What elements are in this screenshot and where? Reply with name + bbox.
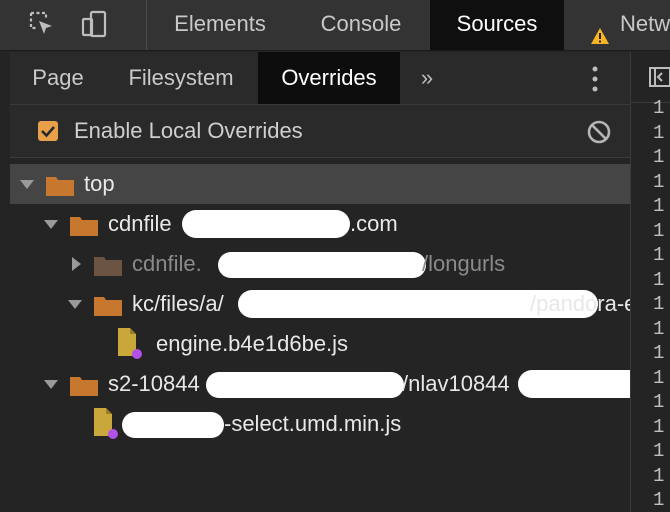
tree-item-s2-domain[interactable]: s2-10844 /nlav10844 xyxy=(10,364,630,404)
override-file-icon xyxy=(92,408,122,445)
redaction xyxy=(518,370,630,398)
tab-sources[interactable]: Sources xyxy=(430,0,564,50)
tree-item-label: kc/files/a/ xyxy=(132,291,224,316)
line-number: 1 xyxy=(653,415,665,438)
expand-arrow-icon[interactable] xyxy=(44,220,58,229)
tree-item-label: s2-10844 xyxy=(108,371,200,396)
devtools-toolbar: Elements Console Sources Netw xyxy=(0,0,670,51)
line-number: 1 xyxy=(653,342,665,364)
line-number: 1 xyxy=(653,146,665,168)
overrides-toolbar: Enable Local Overrides xyxy=(10,105,630,158)
tree-item-label-suffix: /pandora-el xyxy=(530,291,630,316)
line-number: 1 xyxy=(653,97,665,119)
tree-item-label: cdnfile. xyxy=(132,251,202,276)
folder-icon xyxy=(70,214,98,241)
line-number: 1 xyxy=(653,391,665,413)
tab-filesystem[interactable]: Filesystem xyxy=(106,52,256,104)
line-number: 1 xyxy=(653,366,665,389)
redaction xyxy=(182,210,350,238)
line-number: 1 xyxy=(653,244,665,266)
editor-gutter: 11111111111111111 xyxy=(630,52,670,512)
toggle-navigator-icon[interactable] xyxy=(649,66,670,93)
line-number: 1 xyxy=(653,464,665,487)
line-number: 1 xyxy=(653,170,665,193)
redaction xyxy=(206,372,404,398)
line-number: 1 xyxy=(653,268,665,291)
folder-icon xyxy=(94,294,122,321)
tree-item-label-suffix: /longurls xyxy=(422,251,506,276)
tree-item-label: top xyxy=(84,171,115,196)
tree-item-top[interactable]: top xyxy=(10,164,630,204)
expand-arrow-icon[interactable] xyxy=(68,300,82,309)
line-number: 1 xyxy=(653,440,665,462)
tree-item-select-js[interactable]: -select.umd.min.js xyxy=(10,404,630,444)
inspect-element-icon[interactable] xyxy=(28,10,56,38)
tree-item-engine-js[interactable]: engine.b4e1d6be.js xyxy=(10,324,630,364)
tab-network[interactable]: Netw xyxy=(564,0,670,50)
line-number: 1 xyxy=(653,121,665,144)
redaction xyxy=(218,252,426,278)
tree-item-domain[interactable]: cdnfile .com xyxy=(10,204,630,244)
tab-network-label: Netw xyxy=(620,11,670,36)
expand-arrow-icon[interactable] xyxy=(20,180,34,189)
tree-item-label-suffix: .com xyxy=(350,211,398,236)
tree-item-longurls[interactable]: cdnfile. /longurls xyxy=(10,244,630,284)
line-number: 1 xyxy=(653,317,665,340)
navigator-tabs: Page Filesystem Overrides » xyxy=(10,52,630,105)
warning-icon xyxy=(590,14,610,50)
more-options-icon[interactable] xyxy=(590,66,600,92)
folder-icon xyxy=(70,374,98,401)
tree-item-label: engine.b4e1d6be.js xyxy=(156,331,349,356)
tree-item-label: -select.umd.min.js xyxy=(224,411,402,436)
enable-overrides-label: Enable Local Overrides xyxy=(74,118,303,143)
redaction xyxy=(122,412,224,438)
expand-arrow-icon[interactable] xyxy=(44,380,58,389)
collapse-arrow-icon[interactable] xyxy=(72,257,81,271)
tab-elements[interactable]: Elements xyxy=(146,0,294,50)
override-file-icon xyxy=(116,328,146,365)
folder-icon xyxy=(46,174,74,201)
tab-console[interactable]: Console xyxy=(294,0,428,50)
device-toolbar-icon[interactable] xyxy=(80,10,108,38)
line-number: 1 xyxy=(653,293,665,315)
folder-icon xyxy=(94,254,122,281)
line-number: 1 xyxy=(653,489,665,511)
tree-item-kc[interactable]: kc/files/a/ /pandora-el xyxy=(10,284,630,324)
more-tabs-button[interactable]: » xyxy=(412,52,442,104)
line-number: 1 xyxy=(653,195,665,217)
tree-item-label-suffix: /nlav10844 xyxy=(402,371,510,396)
tree-item-label: cdnfile xyxy=(108,211,172,236)
tab-overrides[interactable]: Overrides xyxy=(258,52,400,104)
tab-page[interactable]: Page xyxy=(10,52,106,104)
enable-overrides-checkbox[interactable] xyxy=(38,121,58,141)
line-number: 1 xyxy=(653,219,665,242)
clear-overrides-icon[interactable] xyxy=(586,119,612,150)
